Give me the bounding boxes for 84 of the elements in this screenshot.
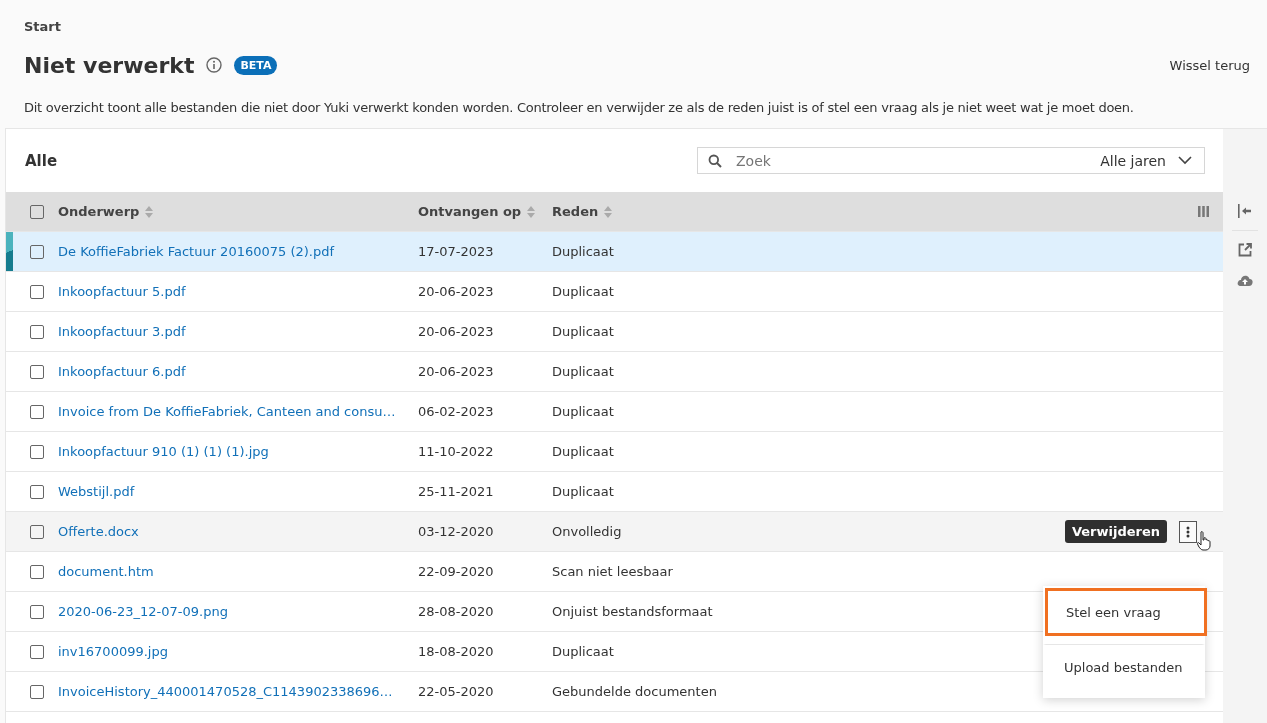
file-link[interactable]: InvoiceHistory_440001470528_C1143902338696…	[58, 684, 418, 699]
date-cell-text: 28-08-2020	[418, 604, 495, 619]
beta-badge: BETA	[234, 55, 278, 75]
row-checkbox[interactable]	[30, 244, 44, 259]
file-link[interactable]: Inkoopfactuur 5.pdf	[58, 284, 418, 299]
date-cell-text: 22-09-2020	[418, 564, 495, 579]
search-field[interactable]: Zoek Alle jaren	[697, 147, 1205, 174]
date-cell-text: 03-12-2020	[418, 524, 495, 539]
date-cell-text: 22-05-2020	[418, 684, 495, 699]
file-link[interactable]: De KoffieFabriek Factuur 20160075 (2).pdf	[58, 244, 418, 259]
table-row[interactable]: Inkoopfactuur 5.pdf 20-06-2023 Duplicaat	[6, 272, 1223, 312]
file-link[interactable]: document.htm	[58, 564, 418, 579]
file-link[interactable]: Webstijl.pdf	[58, 484, 418, 499]
row-checkbox[interactable]	[30, 324, 44, 339]
reason-cell-text: Duplicaat	[552, 644, 615, 659]
sort-icon	[145, 205, 154, 218]
panel-title: Alle	[25, 151, 58, 170]
date-cell-text: 18-08-2020	[418, 644, 495, 659]
table-row[interactable]: Offerte.docx 03-12-2020 Onvolledig Verwijderen	[6, 512, 1223, 552]
column-header[interactable]: Ontvangen op	[418, 204, 552, 219]
chevron-down-icon	[1178, 156, 1192, 165]
row-checkbox[interactable]	[30, 644, 44, 659]
row-checkbox[interactable]	[30, 604, 44, 619]
breadcrumb-link[interactable]: Start	[24, 19, 1250, 37]
file-link[interactable]: Invoice from De KoffieFabriek, Canteen and consu…	[58, 404, 418, 419]
vertical-dots-icon	[1186, 525, 1190, 538]
row-checkbox[interactable]	[30, 564, 44, 579]
date-cell-text: 20-06-2023	[418, 364, 495, 379]
file-link[interactable]: Offerte.docx	[58, 524, 418, 539]
file-link[interactable]: Inkoopfactuur 910 (1) (1) (1).jpg	[58, 444, 418, 459]
column-header[interactable]: Onderwerp	[58, 204, 418, 219]
more-options-button[interactable]	[1179, 520, 1197, 543]
file-link[interactable]: Inkoopfactuur 3.pdf	[58, 324, 418, 339]
collapse-left-icon[interactable]	[1238, 204, 1252, 218]
row-checkbox[interactable]	[30, 364, 44, 379]
reason-cell-text: Duplicaat	[552, 484, 615, 499]
date-cell-text: 17-07-2023	[418, 244, 495, 259]
columns-icon[interactable]	[1198, 206, 1209, 217]
table-row[interactable]: De KoffieFabriek Factuur 20160075 (2).pdf 17-07-2023 Duplicaat	[6, 232, 1223, 272]
sort-icon	[604, 205, 613, 218]
reason-cell-text: Onvolledig	[552, 524, 623, 539]
select-all-checkbox[interactable]	[30, 204, 44, 219]
menu-item[interactable]: Upload bestanden	[1043, 644, 1205, 692]
page-title: Niet verwerkt	[24, 52, 195, 78]
delete-button[interactable]: Verwijderen	[1064, 520, 1167, 543]
date-cell-text: 11-10-2022	[418, 444, 495, 459]
description-text: Dit overzicht toont alle bestanden die niet door Yuki verwerkt konden worden. Controleer en verwijder ze als de reden juist is of stel een vraag als je niet weet wat je moet doen.	[24, 100, 1135, 115]
reason-cell-text: Gebundelde documenten	[552, 684, 718, 699]
external-link-icon[interactable]	[1238, 243, 1252, 257]
row-checkbox[interactable]	[30, 284, 44, 299]
row-checkbox[interactable]	[30, 444, 44, 459]
column-header[interactable]: Reden	[552, 204, 772, 219]
table-row[interactable]: Inkoopfactuur 6.pdf 20-06-2023 Duplicaat	[6, 352, 1223, 392]
switch-back-link[interactable]: Wissel terug	[1169, 57, 1250, 73]
year-dropdown[interactable]: Alle jaren	[1100, 152, 1192, 169]
reason-cell-text: Onjuist bestandsformaat	[552, 604, 714, 619]
reason-cell-text: Duplicaat	[552, 284, 615, 299]
reason-cell-text: Duplicaat	[552, 444, 615, 459]
date-cell-text: 20-06-2023	[418, 284, 495, 299]
table-row[interactable]: Invoice from De KoffieFabriek, Canteen and consu… 06-02-2023 Duplicaat	[6, 392, 1223, 432]
date-cell-text: 25-11-2021	[418, 484, 495, 499]
file-link[interactable]: Inkoopfactuur 6.pdf	[58, 364, 418, 379]
menu-item[interactable]: Stel een vraag	[1045, 588, 1207, 636]
reason-cell-text: Duplicaat	[552, 324, 615, 339]
file-link[interactable]: 2020-06-23_12-07-09.png	[58, 604, 418, 619]
search-icon	[708, 153, 722, 168]
row-checkbox[interactable]	[30, 684, 44, 699]
info-icon[interactable]	[206, 57, 223, 73]
row-checkbox[interactable]	[30, 524, 44, 539]
reason-cell-text: Duplicaat	[552, 244, 615, 259]
date-cell-text: 06-02-2023	[418, 404, 495, 419]
cloud-upload-icon[interactable]	[1237, 275, 1253, 287]
reason-cell-text: Scan niet leesbaar	[552, 564, 674, 579]
file-link[interactable]: inv16700099.jpg	[58, 644, 418, 659]
selection-marker	[6, 232, 13, 271]
sort-icon	[527, 205, 536, 218]
table-row[interactable]: Inkoopfactuur 3.pdf 20-06-2023 Duplicaat	[6, 312, 1223, 352]
reason-cell-text: Duplicaat	[552, 404, 615, 419]
date-cell-text: 20-06-2023	[418, 324, 495, 339]
hand-cursor-icon	[1197, 531, 1211, 551]
row-checkbox[interactable]	[30, 484, 44, 499]
row-checkbox[interactable]	[30, 404, 44, 419]
table-row[interactable]: Inkoopfactuur 910 (1) (1) (1).jpg 11-10-2022 Duplicaat	[6, 432, 1223, 472]
reason-cell-text: Duplicaat	[552, 364, 615, 379]
